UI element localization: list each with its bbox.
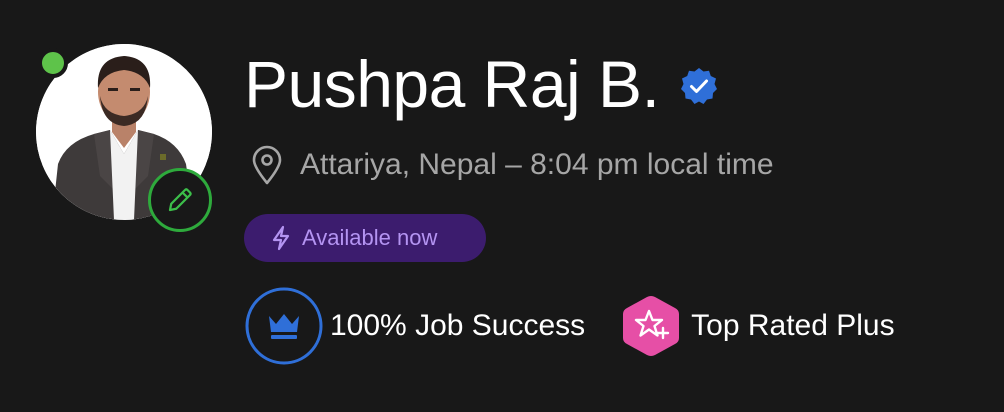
freelancer-name: Pushpa Raj B. bbox=[244, 47, 660, 121]
edit-photo-button[interactable] bbox=[148, 168, 212, 232]
star-plus-icon[interactable] bbox=[621, 294, 681, 358]
pencil-icon bbox=[168, 188, 192, 212]
badges-row: 100% Job Success Top Rated Plus bbox=[244, 286, 895, 366]
job-success-label: 100% Job Success bbox=[330, 309, 586, 342]
crown-icon[interactable] bbox=[244, 286, 324, 366]
verified-badge-icon bbox=[681, 68, 718, 104]
location-row: Attariya, Nepal – 8:04 pm local time bbox=[250, 140, 774, 190]
profile-header: Pushpa Raj B. Attariya, Nepal – 8:04 pm … bbox=[0, 0, 1004, 412]
lightning-bolt-icon bbox=[272, 225, 290, 251]
name-row: Pushpa Raj B. bbox=[244, 44, 719, 124]
availability-badge[interactable]: Available now bbox=[244, 214, 486, 262]
avatar-container bbox=[34, 44, 212, 232]
location-pin-icon bbox=[252, 145, 282, 185]
availability-label: Available now bbox=[302, 225, 438, 250]
online-status-indicator bbox=[38, 48, 68, 78]
location-local-time: Attariya, Nepal – 8:04 pm local time bbox=[300, 148, 774, 181]
top-rated-label: Top Rated Plus bbox=[691, 309, 895, 342]
